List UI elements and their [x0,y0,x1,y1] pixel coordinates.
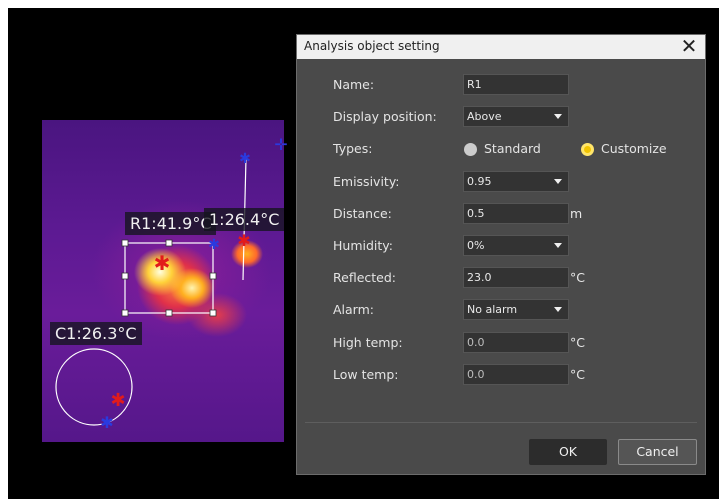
max-temp-marker-icon: ✱ [237,231,250,250]
reflected-field[interactable]: 23.0 [463,267,569,288]
high-temp-label: High temp: [333,335,403,350]
max-temp-marker-icon: ✱ [154,251,171,275]
emissivity-select[interactable]: 0.95 [463,171,569,192]
dialog-title: Analysis object setting [304,39,440,53]
low-temp-unit: °C [570,367,585,382]
ok-button[interactable]: OK [529,439,607,465]
low-temp-label: Low temp: [333,367,399,382]
dialog-titlebar[interactable]: Analysis object setting ✕ [297,35,705,59]
name-field[interactable]: R1 [463,74,569,95]
analysis-object-setting-dialog: Analysis object setting ✕ Name: R1 Displ… [296,34,706,475]
display-position-select[interactable]: Above [463,106,569,127]
humidity-label: Humidity: [333,238,393,253]
standard-radio[interactable] [464,143,477,156]
low-temp-field[interactable]: 0.0 [463,364,569,385]
min-temp-marker-icon: ✱ [208,237,220,253]
distance-label: Distance: [333,206,392,221]
standard-radio-label[interactable]: Standard [484,141,541,156]
c1-temperature-label: C1:26.3°C [50,322,142,345]
r1-temperature-label: R1:41.9°C [125,212,217,235]
divider [305,422,697,423]
distance-field[interactable]: 0.5 [463,203,569,224]
max-temp-marker-icon: ✱ [110,390,125,411]
distance-unit: m [570,206,583,221]
types-label: Types: [333,141,373,156]
alarm-select[interactable]: No alarm [463,299,569,320]
customize-radio[interactable] [581,143,594,156]
alarm-label: Alarm: [333,302,374,317]
high-temp-unit: °C [570,335,585,350]
customize-radio-label[interactable]: Customize [601,141,667,156]
cancel-button[interactable]: Cancel [618,439,697,465]
emissivity-label: Emissivity: [333,174,400,189]
min-temp-marker-icon: ✛ [274,135,287,154]
reflected-label: Reflected: [333,270,396,285]
name-label: Name: [333,77,375,92]
l1-temperature-label: 1:26.4°C [204,208,285,231]
high-temp-field[interactable]: 0.0 [463,332,569,353]
min-temp-marker-icon: ✱ [239,151,251,167]
reflected-unit: °C [570,270,585,285]
min-temp-marker-icon: ✱ [100,413,113,432]
close-icon[interactable]: ✕ [679,36,699,58]
humidity-select[interactable]: 0% [463,235,569,256]
display-position-label: Display position: [333,109,437,124]
c1-circle[interactable] [55,348,133,426]
